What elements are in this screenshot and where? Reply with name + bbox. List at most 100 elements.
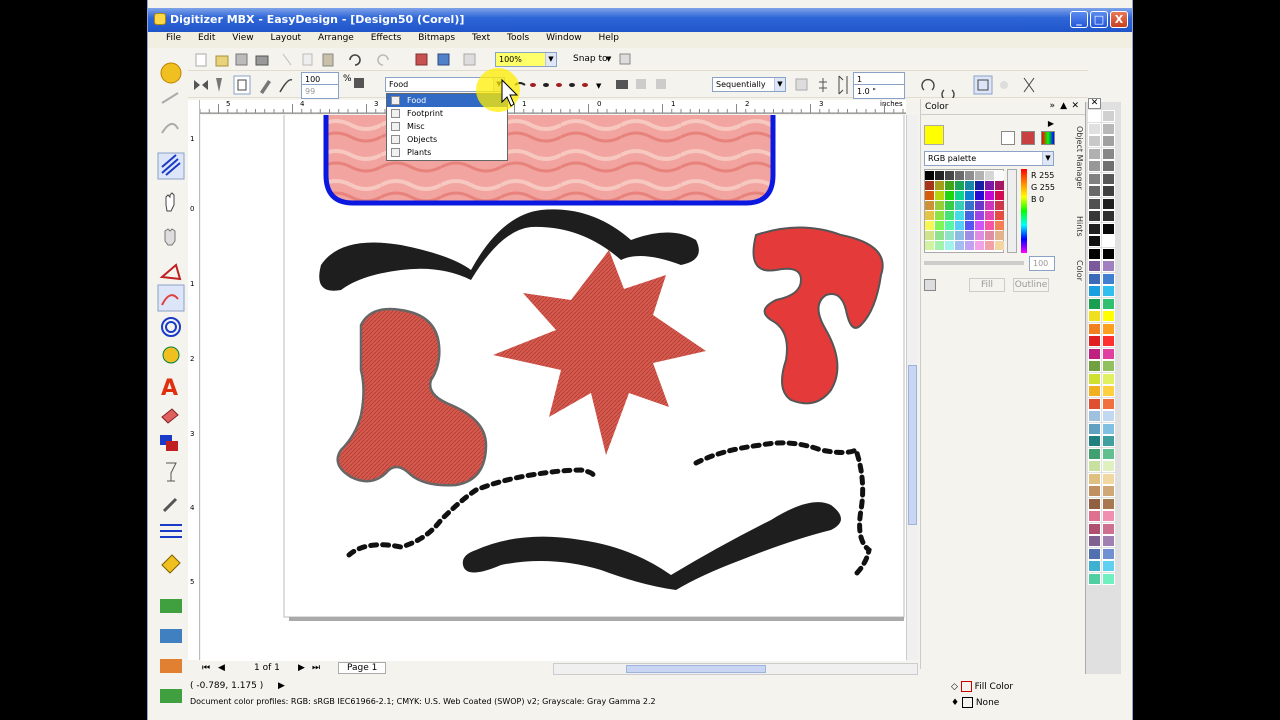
palette-swatch[interactable]	[1088, 272, 1101, 285]
palette-swatch[interactable]	[1102, 560, 1115, 572]
palette-swatch[interactable]	[1088, 410, 1101, 422]
color-grid-swatch[interactable]	[995, 231, 1004, 240]
color-grid-scrollbar[interactable]	[1007, 169, 1017, 253]
tab-hints[interactable]: Hints	[1070, 211, 1084, 241]
palette-swatch[interactable]	[1088, 422, 1101, 435]
palette-swatch[interactable]	[1088, 172, 1101, 185]
menu-text[interactable]: Text	[465, 32, 497, 43]
snap-to-menu[interactable]: Snap to	[573, 54, 608, 64]
color-grid-swatch[interactable]	[955, 191, 964, 200]
color-grid-swatch[interactable]	[935, 201, 944, 210]
menu-file[interactable]: File	[148, 32, 188, 43]
palette-swatch[interactable]	[1102, 285, 1115, 297]
palette-swatch[interactable]	[1102, 222, 1115, 235]
palette-swatch[interactable]	[1102, 397, 1115, 410]
palette-swatch[interactable]	[1102, 347, 1115, 360]
color-grid-swatch[interactable]	[985, 241, 994, 250]
palette-swatch[interactable]	[1102, 310, 1115, 322]
palette-swatch[interactable]	[1102, 485, 1115, 497]
color-grid-swatch[interactable]	[985, 201, 994, 210]
palette-swatch[interactable]	[1102, 210, 1115, 222]
color-grid-swatch[interactable]	[945, 241, 954, 250]
vertical-scroll-thumb[interactable]	[908, 365, 917, 525]
color-grid-swatch[interactable]	[925, 201, 934, 210]
tint-input[interactable]: 100	[1029, 256, 1055, 271]
color-grid-swatch[interactable]	[955, 231, 964, 240]
color-grid-swatch[interactable]	[925, 241, 934, 250]
color-grid-swatch[interactable]	[925, 221, 934, 230]
color-grid-swatch[interactable]	[945, 211, 954, 220]
color-grid-swatch[interactable]	[995, 191, 1004, 200]
menu-bitmaps[interactable]: Bitmaps	[411, 32, 462, 43]
expand-icon[interactable]: »	[1049, 101, 1055, 111]
color-palette-strip[interactable]: ✕	[1085, 98, 1121, 674]
palette-swatch[interactable]	[1102, 385, 1115, 397]
color-grid-swatch[interactable]	[975, 171, 984, 180]
palette-swatch[interactable]	[1102, 197, 1115, 210]
palette-swatch[interactable]	[1102, 247, 1115, 260]
palette-select[interactable]: RGB palette ▼	[924, 151, 1054, 166]
palette-swatch[interactable]	[1088, 135, 1101, 147]
menu-arrange[interactable]: Arrange	[311, 32, 361, 43]
auto-apply-icon[interactable]	[924, 279, 936, 291]
palette-swatch[interactable]	[1102, 235, 1115, 247]
palette-swatch[interactable]	[1102, 297, 1115, 310]
palette-swatch[interactable]	[1102, 135, 1115, 147]
last-page-icon[interactable]: ⏭	[312, 663, 320, 673]
color-grid-swatch[interactable]	[925, 181, 934, 190]
color-grid-swatch[interactable]	[935, 241, 944, 250]
page-tab[interactable]: Page 1	[338, 662, 387, 674]
palette-swatch[interactable]	[1102, 522, 1115, 535]
color-grid-swatch[interactable]	[955, 201, 964, 210]
next-page-icon[interactable]: ▶	[298, 663, 305, 673]
color-grid-swatch[interactable]	[975, 191, 984, 200]
color-grid-swatch[interactable]	[975, 241, 984, 250]
palette-swatch[interactable]	[1102, 185, 1115, 197]
palette-swatch[interactable]	[1088, 560, 1101, 572]
close-icon[interactable]: ✕	[1071, 101, 1079, 111]
color-grid-swatch[interactable]	[955, 211, 964, 220]
palette-swatch[interactable]	[1102, 410, 1115, 422]
palette-swatch[interactable]	[1102, 547, 1115, 560]
fill-button[interactable]: Fill	[969, 278, 1005, 292]
color-grid-swatch[interactable]	[975, 181, 984, 190]
color-grid-swatch[interactable]	[945, 231, 954, 240]
color-palettes-icon[interactable]	[1041, 131, 1055, 145]
vertical-ruler[interactable]: 1 0 1 2 3 4 5	[188, 100, 200, 660]
dropdown-item-plants[interactable]: Plants	[387, 146, 507, 159]
horizontal-scrollbar[interactable]	[553, 663, 918, 675]
palette-swatch[interactable]	[1088, 435, 1101, 447]
palette-swatch[interactable]	[1088, 297, 1101, 310]
palette-swatch[interactable]	[1102, 447, 1115, 460]
color-grid-swatch[interactable]	[995, 181, 1004, 190]
prev-page-icon[interactable]: ◀	[218, 663, 225, 673]
color-grid-swatch[interactable]	[965, 221, 974, 230]
palette-swatch[interactable]	[1102, 110, 1115, 122]
step-input-bottom[interactable]: 1.0 "	[853, 84, 905, 99]
color-grid-swatch[interactable]	[975, 201, 984, 210]
color-grid-swatch[interactable]	[985, 221, 994, 230]
palette-swatch[interactable]	[1088, 285, 1101, 297]
palette-swatch[interactable]	[1088, 247, 1101, 260]
color-grid-swatch[interactable]	[945, 191, 954, 200]
palette-swatch[interactable]	[1088, 322, 1101, 335]
color-grid-swatch[interactable]	[965, 211, 974, 220]
color-grid-swatch[interactable]	[985, 171, 994, 180]
palette-swatch[interactable]	[1088, 160, 1101, 172]
palette-swatch[interactable]	[1088, 485, 1101, 497]
palette-swatch[interactable]	[1102, 360, 1115, 372]
color-grid-swatch[interactable]	[955, 241, 964, 250]
color-grid-swatch[interactable]	[975, 211, 984, 220]
color-grid-swatch[interactable]	[965, 181, 974, 190]
menu-edit[interactable]: Edit	[191, 32, 222, 43]
palette-swatch[interactable]	[1088, 372, 1101, 385]
minimize-button[interactable]: _	[1070, 11, 1088, 28]
palette-swatch[interactable]	[1088, 260, 1101, 272]
palette-swatch[interactable]	[1088, 310, 1101, 322]
color-grid-swatch[interactable]	[975, 221, 984, 230]
menu-layout[interactable]: Layout	[263, 32, 308, 43]
color-grid-swatch[interactable]	[925, 171, 934, 180]
eyedropper-arrow-icon[interactable]: ▶	[1048, 119, 1054, 128]
tab-object-manager[interactable]: Object Manager	[1070, 123, 1084, 193]
artwork[interactable]	[201, 115, 906, 661]
